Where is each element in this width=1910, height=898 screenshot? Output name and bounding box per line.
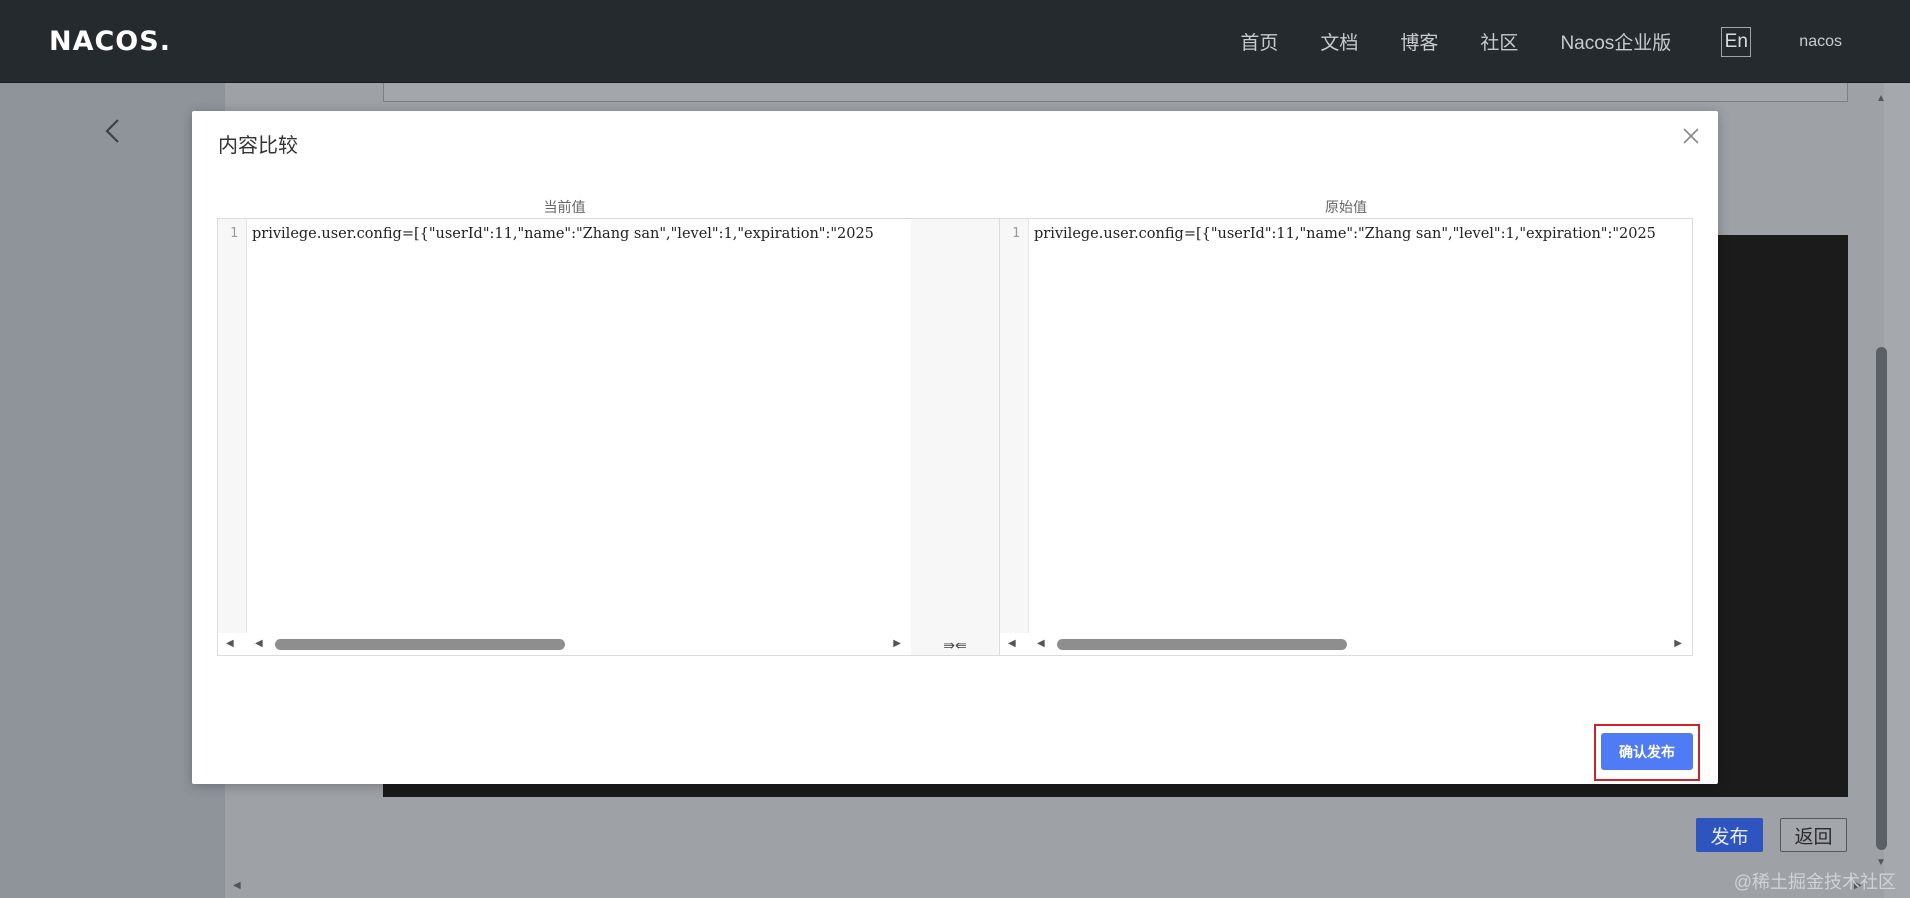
original-value-editor[interactable]: 1 privilege.user.config=[{"userId":11,"n… — [999, 218, 1693, 656]
content-compare-dialog: 内容比较 当前值 1 privilege.user.config=[{"user… — [192, 111, 1718, 784]
user-menu[interactable]: nacos — [1799, 33, 1842, 51]
scrollbar-thumb[interactable] — [275, 639, 565, 650]
scrollbar-thumb[interactable] — [1057, 639, 1347, 650]
watermark: @稀土掘金技术社区 — [1733, 872, 1896, 892]
scroll-right-arrow-icon[interactable]: ▶ — [893, 638, 901, 649]
nav-link-community[interactable]: 社区 — [1480, 28, 1518, 55]
page-scroll-left-arrow-icon[interactable]: ◀ — [233, 880, 241, 891]
scroll-down-arrow-icon[interactable]: ▼ — [1876, 857, 1886, 868]
horizontal-scrollbar[interactable]: ◀ ◀ ▶ — [1000, 633, 1692, 655]
nav-link-enterprise[interactable]: Nacos企业版 — [1560, 28, 1671, 55]
close-icon[interactable] — [1680, 125, 1702, 147]
back-arrow-icon[interactable] — [102, 118, 124, 144]
current-value-editor[interactable]: 1 privilege.user.config=[{"userId":11,"n… — [217, 218, 912, 656]
code-line[interactable]: privilege.user.config=[{"userId":11,"nam… — [252, 226, 874, 242]
scroll-up-arrow-icon[interactable]: ▲ — [1876, 93, 1886, 104]
scroll-left-arrow-icon[interactable]: ◀ — [1037, 638, 1045, 649]
logo-text: NACOS. — [49, 25, 171, 57]
original-value-label: 原始值 — [1325, 199, 1367, 215]
code-line[interactable]: privilege.user.config=[{"userId":11,"nam… — [1034, 226, 1656, 242]
nav-link-blog[interactable]: 博客 — [1400, 28, 1438, 55]
line-number-gutter: 1 — [218, 219, 247, 655]
background-input-field — [383, 83, 1848, 102]
current-value-label: 当前值 — [543, 199, 586, 215]
page-scrollbar-track — [1884, 83, 1910, 898]
scroll-left-arrow-icon[interactable]: ◀ — [1008, 638, 1016, 649]
line-number-gutter: 1 — [1000, 219, 1029, 655]
scroll-left-arrow-icon[interactable]: ◀ — [255, 638, 263, 649]
merge-arrows-icon[interactable]: ⇛⇚ — [911, 638, 999, 654]
nacos-logo[interactable]: NACOS. — [49, 24, 171, 58]
language-toggle-button[interactable]: En — [1721, 26, 1752, 57]
line-number: 1 — [1012, 226, 1020, 241]
nav-links: 首页 文档 博客 社区 Nacos企业版 En nacos — [1198, 0, 1842, 83]
nav-link-docs[interactable]: 文档 — [1320, 28, 1358, 55]
publish-button: 发布 — [1696, 818, 1763, 852]
confirm-publish-button[interactable]: 确认发布 — [1601, 733, 1693, 770]
return-button: 返回 — [1780, 818, 1847, 852]
merge-gap: ⇛⇚ — [911, 218, 999, 656]
horizontal-scrollbar[interactable]: ◀ ◀ ▶ — [218, 633, 911, 655]
scroll-right-arrow-icon[interactable]: ▶ — [1674, 638, 1682, 649]
line-number: 1 — [230, 226, 238, 241]
dialog-title: 内容比较 — [218, 135, 298, 157]
top-navbar: NACOS. 首页 文档 博客 社区 Nacos企业版 En nacos — [0, 0, 1910, 83]
nav-link-home[interactable]: 首页 — [1240, 28, 1278, 55]
page-scrollbar-thumb[interactable] — [1876, 347, 1887, 850]
scroll-left-arrow-icon[interactable]: ◀ — [226, 638, 234, 649]
